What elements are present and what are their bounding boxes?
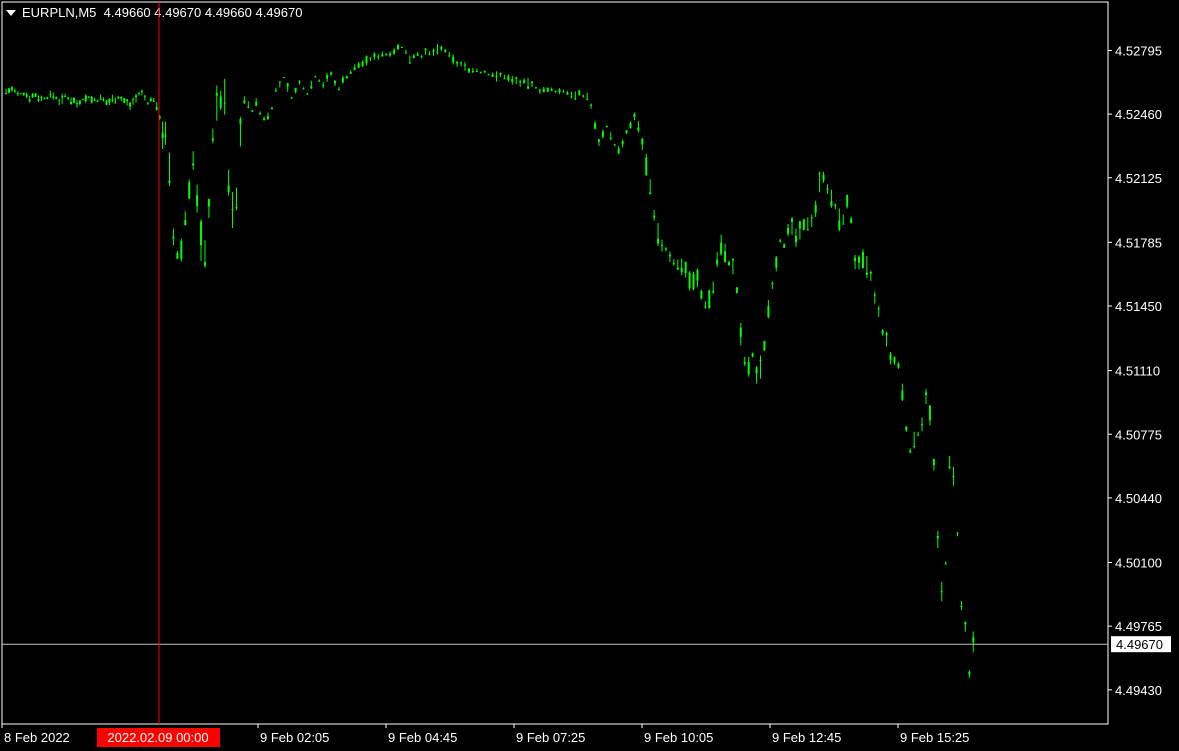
y-tick-label: 4.51785 <box>1115 235 1162 250</box>
y-tick-label: 4.52125 <box>1115 171 1162 186</box>
y-tick-label: 4.50440 <box>1115 491 1162 506</box>
y-tick-label: 4.49765 <box>1115 619 1162 634</box>
x-tick-label: 9 Feb 15:25 <box>900 730 969 745</box>
current-price-tag: 4.49670 <box>1111 636 1171 653</box>
y-tick-label: 4.50100 <box>1115 556 1162 571</box>
y-tick-label: 4.51110 <box>1115 364 1160 379</box>
price-chart[interactable]: 4.52795 4.52460 4.52125 4.51785 4.51450 4.511… <box>0 0 1179 751</box>
x-tick-label: 9 Feb 04:45 <box>388 730 457 745</box>
x-tick-label: 9 Feb 12:45 <box>772 730 841 745</box>
x-tick-label: 9 Feb 02:05 <box>260 730 329 745</box>
plot-area[interactable] <box>1 1 1109 725</box>
x-tick-label: 8 Feb 2022 <box>4 730 70 745</box>
y-tick-label: 4.50775 <box>1115 427 1162 442</box>
y-tick-label: 4.52460 <box>1115 107 1162 122</box>
y-tick-label: 4.49430 <box>1115 683 1162 698</box>
crosshair-time-tag: 2022.02.09 00:00 <box>97 728 220 747</box>
x-tick-label: 9 Feb 07:25 <box>516 730 585 745</box>
y-tick-label: 4.51450 <box>1115 299 1162 314</box>
candles <box>5 43 975 678</box>
y-axis: 4.52795 4.52460 4.52125 4.51785 4.51450 4.511… <box>1108 43 1162 698</box>
y-tick-label: 4.52795 <box>1115 43 1162 58</box>
crosshair-time-label: 2022.02.09 00:00 <box>107 730 208 745</box>
current-price-label: 4.49670 <box>1116 637 1163 652</box>
x-tick-label: 9 Feb 10:05 <box>644 730 713 745</box>
